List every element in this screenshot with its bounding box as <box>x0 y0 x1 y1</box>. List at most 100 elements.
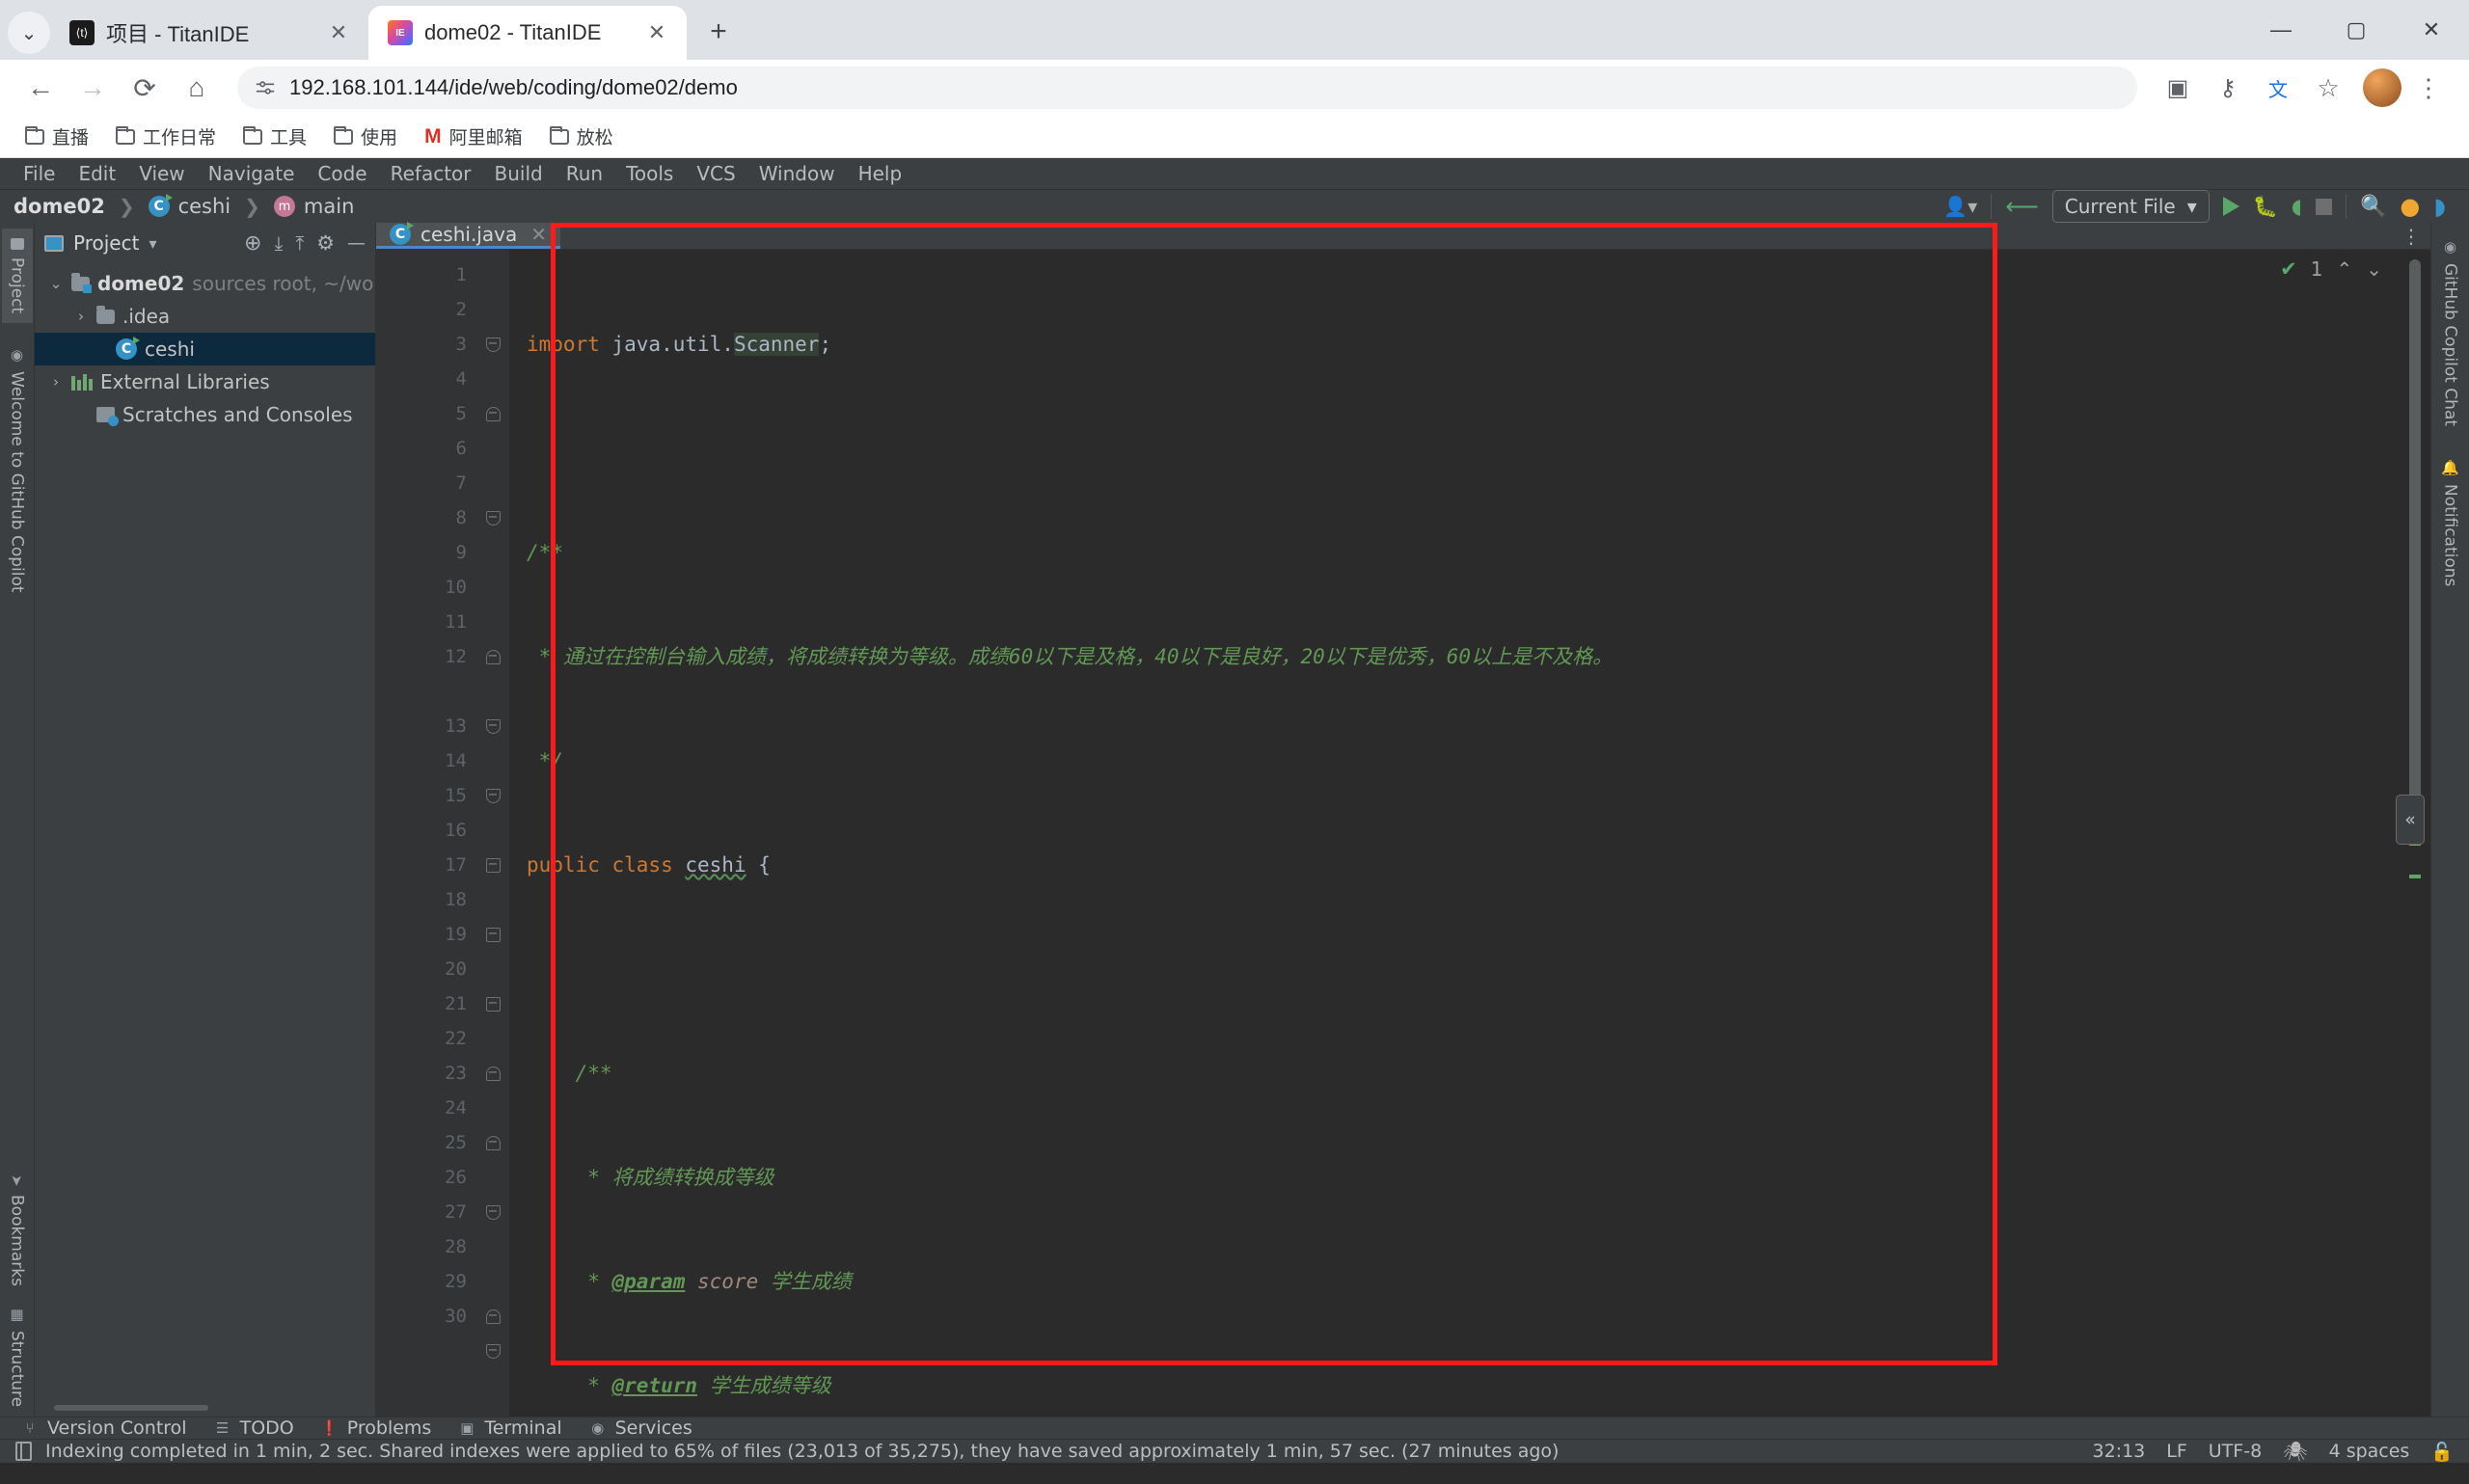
breadcrumb-class[interactable]: C ceshi <box>149 195 231 218</box>
reload-icon[interactable]: ⟳ <box>122 65 168 111</box>
run-with-coverage-icon[interactable]: ◖ <box>2292 195 2302 218</box>
editor-gutter[interactable]: 1 2 3 4 5 6 7 8 9 10 11 12 13 14 15 16 <box>376 250 476 1417</box>
stripe-mark-warning[interactable] <box>2409 875 2421 878</box>
editor-tab-close-icon[interactable]: ✕ <box>530 223 547 246</box>
breadcrumb-project[interactable]: dome02 <box>14 195 105 218</box>
indent-setting[interactable]: 4 spaces <box>2329 1441 2410 1462</box>
code-editor[interactable]: ✔ 1 ⌃ ⌄ 1 2 3 4 5 6 7 8 9 10 11 <box>376 250 2430 1417</box>
sidebar-item-structure[interactable]: ▦ Structure <box>2 1296 33 1417</box>
menu-edit[interactable]: Edit <box>67 158 127 189</box>
tree-item-idea[interactable]: › .idea <box>35 300 375 333</box>
menu-navigate[interactable]: Navigate <box>197 158 307 189</box>
fold-icon[interactable]: − <box>486 1309 501 1324</box>
collapse-sidebar-button[interactable]: « <box>2396 795 2425 845</box>
fold-icon[interactable]: − <box>486 511 501 526</box>
collapse-all-icon[interactable]: ⤒ <box>295 231 304 255</box>
editor-tabs-more-icon[interactable]: ⋮ <box>2392 223 2430 249</box>
chevron-down-icon[interactable]: ⌄ <box>48 275 64 292</box>
sidebar-item-project[interactable]: Project <box>2 229 33 323</box>
bookmark-3[interactable]: 使用 <box>324 120 407 153</box>
tree-item-external-libraries[interactable]: › External Libraries <box>35 365 375 398</box>
sidebar-item-bookmarks[interactable]: ➤ Bookmarks <box>2 1165 33 1296</box>
tune-icon[interactable] <box>255 77 276 98</box>
editor-tab-ceshi-java[interactable]: C ceshi.java ✕ <box>376 223 560 249</box>
chevron-right-icon[interactable]: › <box>73 308 89 325</box>
fold-icon[interactable]: − <box>486 337 501 352</box>
expand-all-icon[interactable]: ⤓ <box>274 231 283 255</box>
breadcrumb-method[interactable]: m main <box>274 195 354 218</box>
new-tab-button[interactable]: + <box>696 10 741 54</box>
browser-tab-1[interactable]: ⟨t⟩ 项目 - TitanIDE ✕ <box>50 6 368 60</box>
hide-panel-icon[interactable]: — <box>347 232 366 254</box>
menu-view[interactable]: View <box>127 158 196 189</box>
stop-icon[interactable] <box>2316 199 2332 215</box>
tool-window-version-control[interactable]: ⑂ Version Control <box>21 1417 187 1439</box>
fold-icon[interactable]: − <box>486 650 501 664</box>
caret-position[interactable]: 32:13 <box>2093 1441 2146 1462</box>
menu-window[interactable]: Window <box>747 158 847 189</box>
scrollbar-thumb[interactable] <box>2409 259 2421 799</box>
browser-tab-1-close-icon[interactable]: ✕ <box>324 18 353 47</box>
browser-tab-2[interactable]: IE dome02 - TitanIDE ✕ <box>368 6 687 60</box>
browser-menu-icon[interactable]: ⋮ <box>2405 65 2452 111</box>
sidebar-item-copilot-chat[interactable]: ◉ GitHub Copilot Chat <box>2435 229 2466 436</box>
inspections-widget[interactable]: ✔ 1 ⌃ ⌄ <box>2280 257 2382 281</box>
inspections-off-icon[interactable]: 🕷 <box>2283 1440 2307 1463</box>
fold-icon[interactable]: − <box>486 789 501 803</box>
run-icon[interactable] <box>2223 197 2239 216</box>
chevron-right-icon[interactable]: › <box>48 373 64 391</box>
fold-icon[interactable]: − <box>486 997 501 1012</box>
fold-icon[interactable]: − <box>486 928 501 942</box>
back-icon[interactable]: ← <box>17 65 64 111</box>
menu-build[interactable]: Build <box>483 158 555 189</box>
address-bar[interactable]: 192.168.101.144/ide/web/coding/dome02/de… <box>237 67 2137 109</box>
fold-icon[interactable]: − <box>486 1066 501 1081</box>
tool-window-problems[interactable]: ❗ Problems <box>321 1417 432 1439</box>
tree-item-dome02[interactable]: ⌄ dome02 sources root, ~/wo <box>35 267 375 300</box>
menu-tools[interactable]: Tools <box>614 158 685 189</box>
fold-icon[interactable]: − <box>486 1205 501 1220</box>
browser-tab-2-close-icon[interactable]: ✕ <box>642 18 671 47</box>
bookmark-2[interactable]: 工具 <box>233 120 316 153</box>
tool-window-todo[interactable]: ☰ TODO <box>214 1417 294 1439</box>
tool-window-terminal[interactable]: ▣ Terminal <box>458 1417 561 1439</box>
sidebar-item-notifications[interactable]: 🔔 Notifications <box>2435 449 2466 597</box>
fold-icon[interactable]: − <box>486 407 501 421</box>
bookmark-1[interactable]: 工作日常 <box>106 120 226 153</box>
settings-gear-icon[interactable]: ⚙ <box>316 231 335 255</box>
translate-icon[interactable]: 文 <box>2255 65 2301 111</box>
password-manager-icon[interactable]: ⚷ <box>2205 65 2251 111</box>
build-hammer-icon[interactable]: ⟵ <box>2005 193 2038 220</box>
bookmark-0[interactable]: 直播 <box>15 120 98 153</box>
project-panel-title-button[interactable]: Project ▾ <box>44 231 156 255</box>
project-panel-horizontal-scrollbar[interactable] <box>35 1405 375 1417</box>
address-bar-url[interactable]: 192.168.101.144/ide/web/coding/dome02/de… <box>289 75 738 100</box>
home-icon[interactable]: ⌂ <box>174 65 220 111</box>
bookmark-4[interactable]: M 阿里邮箱 <box>415 120 532 153</box>
menu-code[interactable]: Code <box>306 158 378 189</box>
status-message[interactable]: Indexing completed in 1 min, 2 sec. Shar… <box>45 1441 1559 1462</box>
debug-icon[interactable]: 🐛 <box>2253 195 2278 219</box>
select-opened-file-icon[interactable]: ⊕ <box>244 231 261 256</box>
profile-avatar[interactable] <box>2363 68 2401 107</box>
ide-logo-icon[interactable]: ◗ <box>2433 193 2446 220</box>
bookmark-star-icon[interactable]: ☆ <box>2305 65 2351 111</box>
fold-icon[interactable]: − <box>486 719 501 734</box>
menu-refactor[interactable]: Refactor <box>379 158 483 189</box>
run-configuration-selector[interactable]: Current File ▾ <box>2052 190 2210 223</box>
share-users-icon[interactable]: 👤▾ <box>1943 195 1977 218</box>
menu-run[interactable]: Run <box>555 158 614 189</box>
code-text[interactable]: import java.util.Scanner; /** * 通过在控制台输入… <box>509 250 2392 1417</box>
menu-vcs[interactable]: VCS <box>685 158 746 189</box>
tool-window-services[interactable]: ◉ Services <box>589 1417 692 1439</box>
tree-item-scratches[interactable]: Scratches and Consoles <box>35 398 375 431</box>
next-problem-icon[interactable]: ⌄ <box>2366 257 2382 281</box>
editor-fold-column[interactable]: − − − − − − − − <box>476 250 509 1417</box>
file-encoding[interactable]: UTF-8 <box>2209 1441 2262 1462</box>
updates-icon[interactable]: ● <box>2400 193 2420 220</box>
menu-help[interactable]: Help <box>847 158 914 189</box>
chevron-down-icon[interactable]: ▾ <box>149 234 156 253</box>
split-screen-icon[interactable]: ▣ <box>2155 65 2201 111</box>
line-separator[interactable]: LF <box>2166 1441 2187 1462</box>
previous-problem-icon[interactable]: ⌃ <box>2336 257 2352 281</box>
